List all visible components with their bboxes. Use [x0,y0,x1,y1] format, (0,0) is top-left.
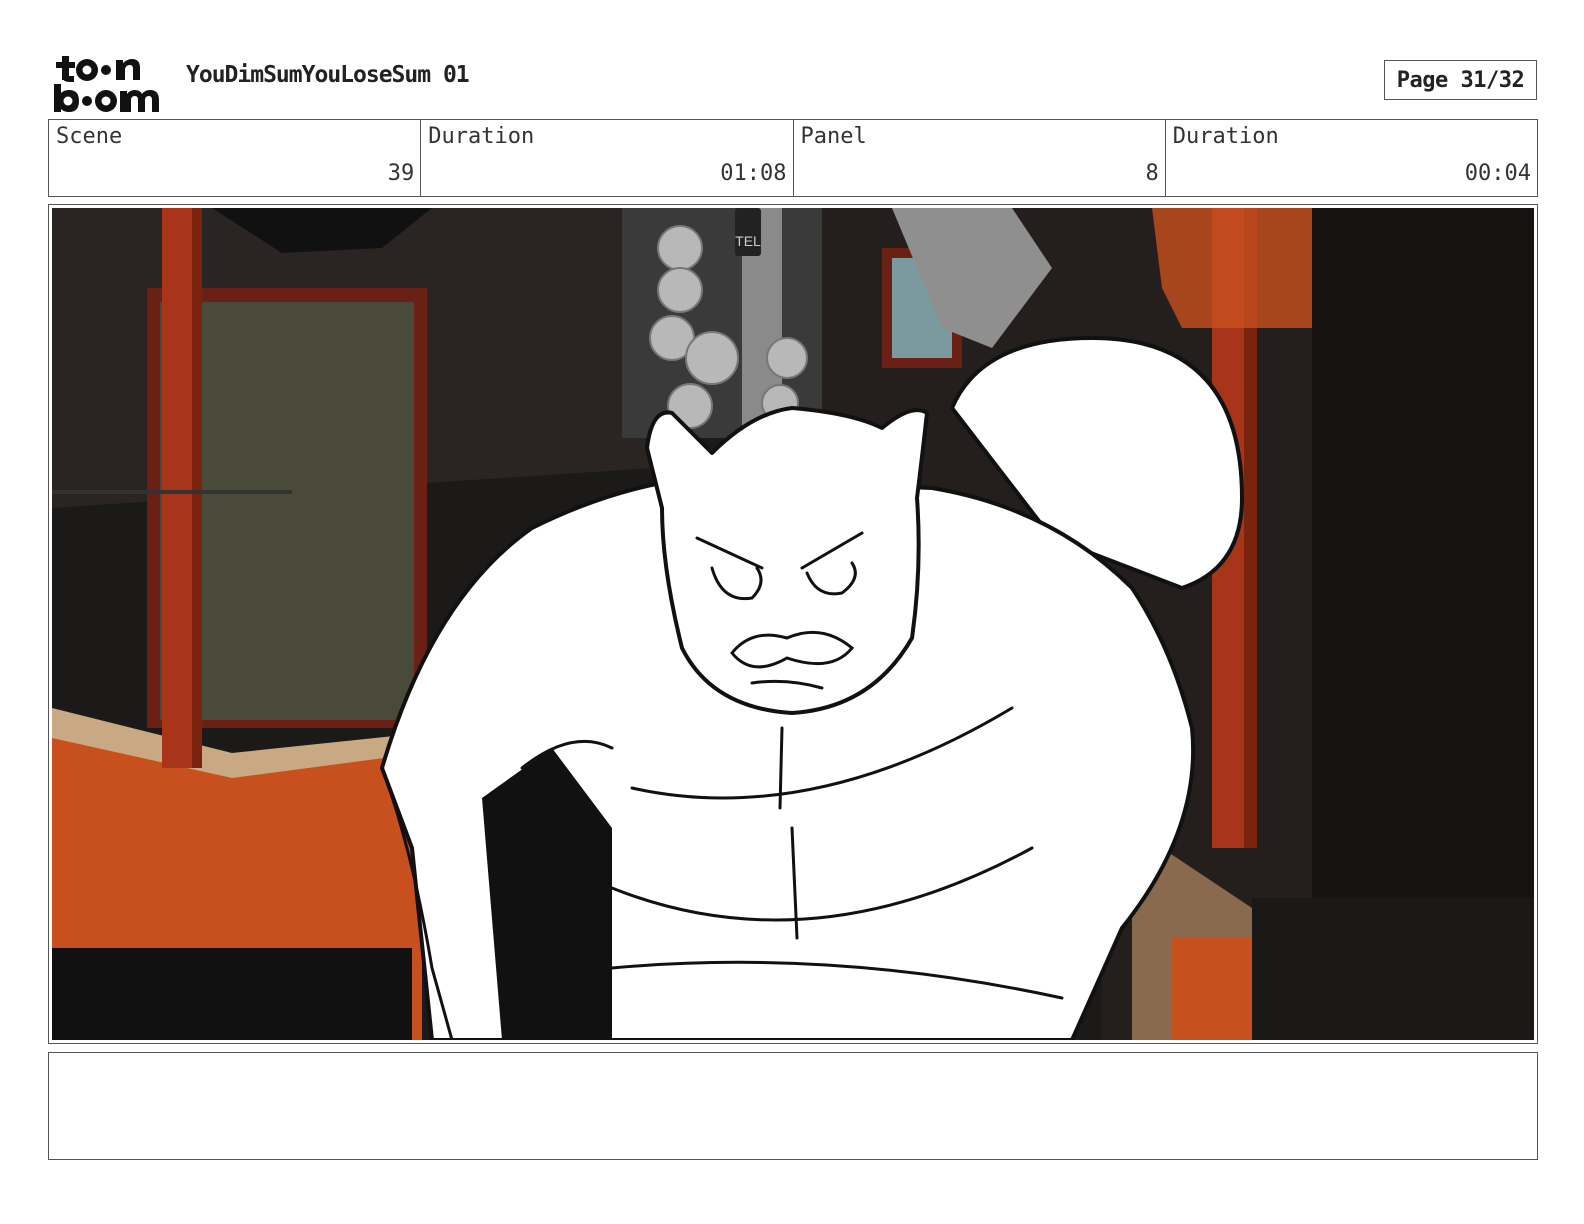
storyboard-panel-image: TEL [52,208,1534,1040]
page-number: Page 31/32 [1384,60,1537,100]
panel-value: 8 [1145,161,1159,186]
panel-duration-label: Duration [1172,124,1279,149]
panel-notes-box [48,1052,1538,1160]
scene-label: Scene [56,124,123,149]
panel-duration-value: 00:04 [1464,161,1531,186]
scene-duration-value: 01:08 [720,161,787,186]
panel-duration-cell: Duration 00:04 [1166,120,1537,196]
panel-label: Panel [800,124,867,149]
scene-duration-cell: Duration 01:08 [421,120,794,196]
alley-sign-text: TEL [735,233,761,249]
scene-cell: Scene 39 [49,120,422,196]
panel-info-bar: Scene 39 Duration 01:08 Panel 8 Duration… [48,119,1538,197]
scene-duration-label: Duration [428,124,535,149]
toon-boom-logo [54,56,159,112]
project-title: YouDimSumYouLoseSum 01 [186,62,470,88]
scene-value: 39 [387,161,415,186]
panel-cell: Panel 8 [794,120,1166,196]
